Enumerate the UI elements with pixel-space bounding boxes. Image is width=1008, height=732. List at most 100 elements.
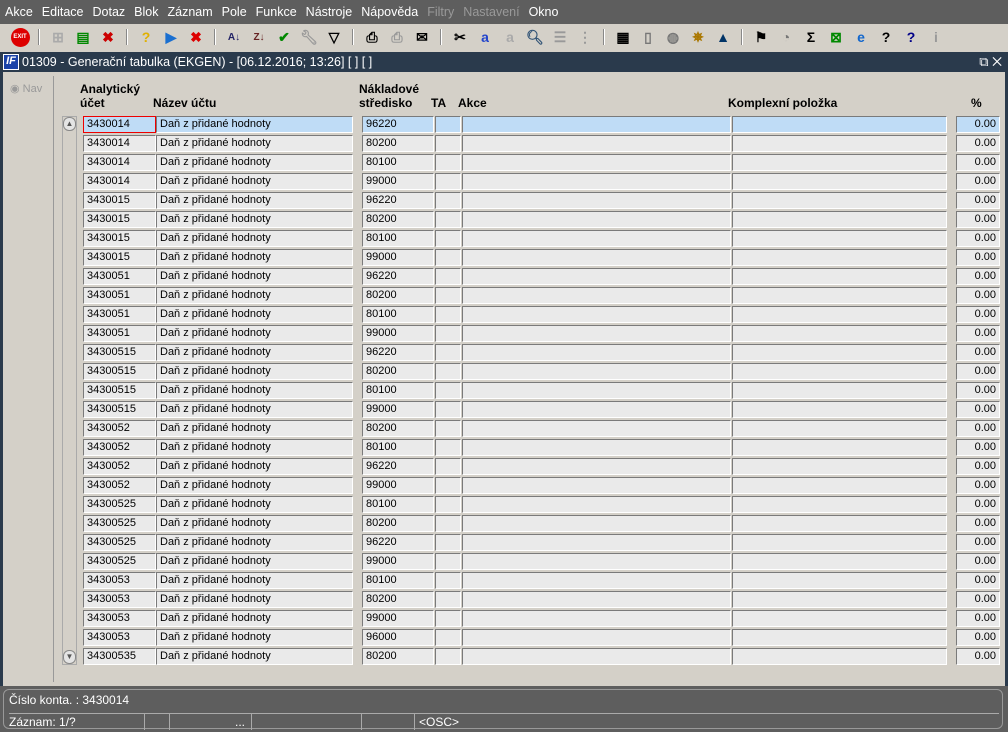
- center-cell[interactable]: 80200: [362, 135, 434, 152]
- complex-cell[interactable]: [732, 553, 947, 570]
- ta-cell[interactable]: [435, 496, 461, 513]
- menu-item-9[interactable]: Filtry: [427, 5, 454, 19]
- action-cell[interactable]: [462, 116, 731, 133]
- scroll-down-button[interactable]: ▼: [63, 650, 76, 664]
- complex-cell[interactable]: [732, 192, 947, 209]
- complex-cell[interactable]: [732, 382, 947, 399]
- center-cell[interactable]: 96220: [362, 534, 434, 551]
- ta-cell[interactable]: [435, 116, 461, 133]
- vertical-scrollbar[interactable]: ▲ ▼: [62, 116, 77, 665]
- action-cell[interactable]: [462, 591, 731, 608]
- percent-cell[interactable]: 0.00: [956, 135, 1000, 152]
- complex-cell[interactable]: [732, 363, 947, 380]
- center-cell[interactable]: 96220: [362, 192, 434, 209]
- percent-cell[interactable]: 0.00: [956, 116, 1000, 133]
- ta-cell[interactable]: [435, 211, 461, 228]
- complex-cell[interactable]: [732, 648, 947, 665]
- center-cell[interactable]: 80100: [362, 230, 434, 247]
- ta-cell[interactable]: [435, 401, 461, 418]
- center-cell[interactable]: 99000: [362, 553, 434, 570]
- percent-cell[interactable]: 0.00: [956, 401, 1000, 418]
- duplicate-record-button[interactable]: ▤: [73, 27, 93, 47]
- filter-icon[interactable]: ▽: [324, 27, 344, 47]
- name-cell[interactable]: Daň z přidané hodnoty: [156, 306, 353, 323]
- ta-cell[interactable]: [435, 306, 461, 323]
- sort-asc-icon[interactable]: A↓: [224, 27, 244, 47]
- ta-cell[interactable]: [435, 477, 461, 494]
- paste-icon[interactable]: a: [500, 27, 520, 47]
- complex-cell[interactable]: [732, 306, 947, 323]
- ta-cell[interactable]: [435, 458, 461, 475]
- account-cell[interactable]: 3430052: [83, 420, 156, 437]
- ta-cell[interactable]: [435, 610, 461, 627]
- action-cell[interactable]: [462, 344, 731, 361]
- account-cell[interactable]: 3430052: [83, 477, 156, 494]
- globe-icon[interactable]: ◍: [663, 27, 683, 47]
- percent-cell[interactable]: 0.00: [956, 306, 1000, 323]
- center-cell[interactable]: 99000: [362, 610, 434, 627]
- account-cell[interactable]: 3430015: [83, 230, 156, 247]
- menu-item-11[interactable]: Okno: [529, 5, 559, 19]
- center-cell[interactable]: 80200: [362, 211, 434, 228]
- center-cell[interactable]: 80200: [362, 648, 434, 665]
- center-cell[interactable]: 80200: [362, 287, 434, 304]
- center-cell[interactable]: 80100: [362, 306, 434, 323]
- action-cell[interactable]: [462, 572, 731, 589]
- name-cell[interactable]: Daň z přidané hodnoty: [156, 439, 353, 456]
- copy-icon[interactable]: a: [475, 27, 495, 47]
- complex-cell[interactable]: [732, 135, 947, 152]
- nav-radio[interactable]: ◉ Nav: [10, 82, 53, 95]
- account-cell[interactable]: 3430015: [83, 211, 156, 228]
- document-icon[interactable]: ▯: [638, 27, 658, 47]
- center-cell[interactable]: 96220: [362, 344, 434, 361]
- exit-button[interactable]: EXIT: [10, 27, 30, 47]
- action-cell[interactable]: [462, 325, 731, 342]
- wheel-icon[interactable]: ✵: [688, 27, 708, 47]
- complex-cell[interactable]: [732, 477, 947, 494]
- name-cell[interactable]: Daň z přidané hodnoty: [156, 515, 353, 532]
- action-cell[interactable]: [462, 553, 731, 570]
- percent-cell[interactable]: 0.00: [956, 477, 1000, 494]
- name-cell[interactable]: Daň z přidané hodnoty: [156, 325, 353, 342]
- percent-cell[interactable]: 0.00: [956, 325, 1000, 342]
- ta-cell[interactable]: [435, 420, 461, 437]
- name-cell[interactable]: Daň z přidané hodnoty: [156, 135, 353, 152]
- center-cell[interactable]: 99000: [362, 477, 434, 494]
- center-cell[interactable]: 80200: [362, 591, 434, 608]
- complex-cell[interactable]: [732, 211, 947, 228]
- action-cell[interactable]: [462, 306, 731, 323]
- center-cell[interactable]: 80100: [362, 154, 434, 171]
- help-icon[interactable]: ?: [876, 27, 896, 47]
- mail-icon[interactable]: ✉: [412, 27, 432, 47]
- center-cell[interactable]: 80100: [362, 439, 434, 456]
- percent-cell[interactable]: 0.00: [956, 249, 1000, 266]
- action-cell[interactable]: [462, 249, 731, 266]
- menu-item-4[interactable]: Záznam: [167, 5, 212, 19]
- action-cell[interactable]: [462, 534, 731, 551]
- scroll-up-button[interactable]: ▲: [63, 117, 76, 131]
- percent-cell[interactable]: 0.00: [956, 420, 1000, 437]
- percent-cell[interactable]: 0.00: [956, 610, 1000, 627]
- name-cell[interactable]: Daň z přidané hodnoty: [156, 496, 353, 513]
- menu-item-10[interactable]: Nastavení: [463, 5, 519, 19]
- account-cell[interactable]: 34300535: [83, 648, 156, 665]
- name-cell[interactable]: Daň z přidané hodnoty: [156, 629, 353, 646]
- action-cell[interactable]: [462, 496, 731, 513]
- center-cell[interactable]: 80200: [362, 515, 434, 532]
- check-icon[interactable]: ✔: [274, 27, 294, 47]
- center-cell[interactable]: 80200: [362, 363, 434, 380]
- action-cell[interactable]: [462, 135, 731, 152]
- percent-cell[interactable]: 0.00: [956, 439, 1000, 456]
- action-cell[interactable]: [462, 363, 731, 380]
- sum-icon[interactable]: Σ: [801, 27, 821, 47]
- percent-cell[interactable]: 0.00: [956, 211, 1000, 228]
- action-cell[interactable]: [462, 458, 731, 475]
- menu-item-3[interactable]: Blok: [134, 5, 158, 19]
- account-cell[interactable]: 3430015: [83, 249, 156, 266]
- account-cell[interactable]: 34300525: [83, 515, 156, 532]
- action-cell[interactable]: [462, 477, 731, 494]
- account-cell[interactable]: 34300525: [83, 496, 156, 513]
- action-cell[interactable]: [462, 382, 731, 399]
- action-cell[interactable]: [462, 648, 731, 665]
- percent-cell[interactable]: 0.00: [956, 230, 1000, 247]
